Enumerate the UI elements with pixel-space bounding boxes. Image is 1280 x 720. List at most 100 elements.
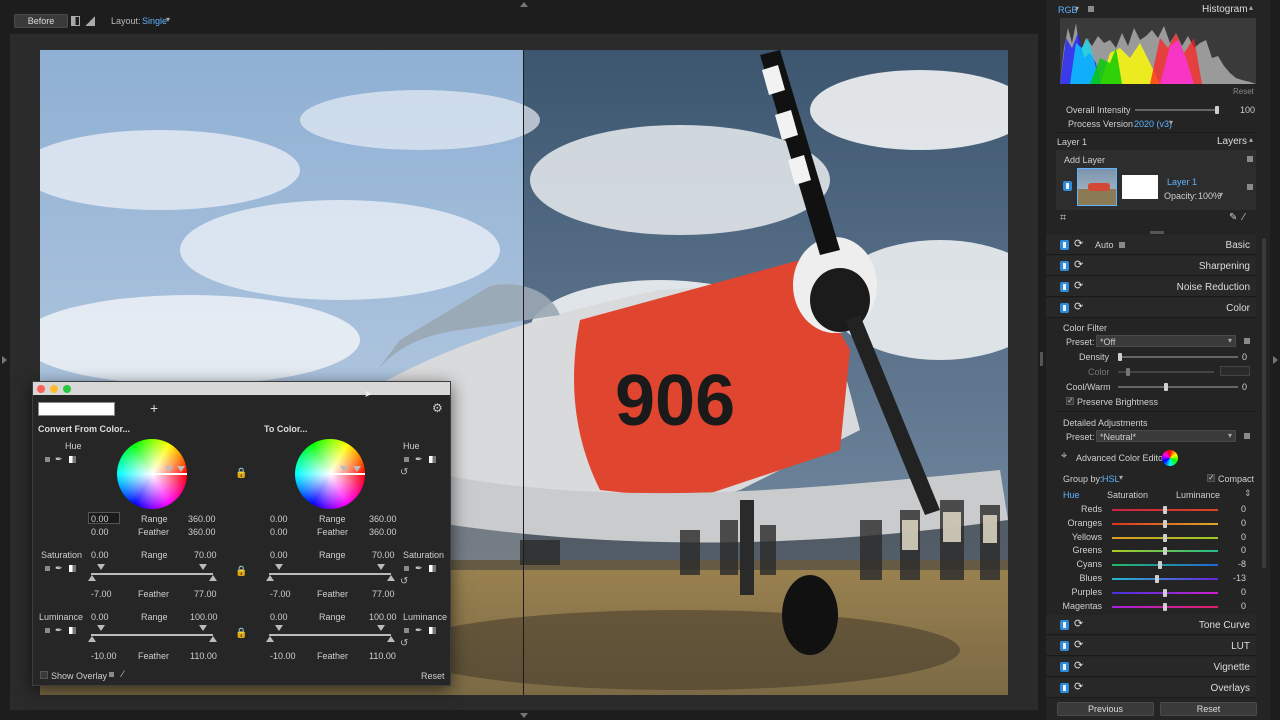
color-toggle[interactable]	[1060, 303, 1069, 313]
from-hue-handle-range[interactable]	[165, 466, 173, 472]
to-sat-compare-icon[interactable]	[429, 565, 436, 572]
tone-curve-reset-icon[interactable]: ⟳	[1074, 618, 1086, 630]
add-layer-button[interactable]: Add Layer	[1064, 155, 1105, 165]
detailed-preset-dropdown[interactable]: *Neutral* ▾	[1096, 430, 1236, 442]
color-slider[interactable]	[1118, 368, 1214, 376]
layout-dropdown[interactable]: Single	[142, 16, 167, 26]
before-after-divider[interactable]	[523, 50, 524, 695]
from-hue-compare-icon[interactable]	[69, 456, 76, 463]
from-sat-compare-icon[interactable]	[69, 565, 76, 572]
histogram-menu-icon[interactable]	[1088, 6, 1094, 12]
hue-lock-icon[interactable]: 🔒	[235, 468, 247, 479]
eyedropper-icon[interactable]: ✒	[415, 625, 423, 636]
reset-button[interactable]: Reset	[1160, 702, 1257, 716]
basic-reset-icon[interactable]: ⟳	[1074, 238, 1086, 250]
chevron-up-icon[interactable]: ▴	[1249, 3, 1253, 12]
color-swatch[interactable]	[1220, 366, 1250, 376]
hsl-row-slider-knob[interactable]	[1155, 575, 1159, 583]
sharpening-reset-icon[interactable]: ⟳	[1074, 259, 1086, 271]
hsl-row-slider-knob[interactable]	[1163, 547, 1167, 555]
to-hue-handle-feather[interactable]	[353, 466, 361, 472]
section-vignette[interactable]: ⟳ Vignette	[1046, 657, 1256, 677]
from-hue-wheel[interactable]	[117, 439, 187, 509]
section-lut[interactable]: ⟳ LUT	[1046, 636, 1256, 656]
hsl-row-slider-knob[interactable]	[1163, 520, 1167, 528]
tab-luminance[interactable]: Luminance	[1176, 490, 1220, 500]
from-hue-handle-feather[interactable]	[177, 466, 185, 472]
from-hue-input[interactable]: 0.00	[88, 512, 120, 524]
auto-menu-icon[interactable]	[1119, 242, 1125, 248]
hsl-row-slider-knob[interactable]	[1163, 603, 1167, 611]
color-filter-preset-dropdown[interactable]: *Off ▾	[1096, 335, 1236, 347]
from-hue-menu-icon[interactable]	[45, 457, 50, 462]
eyedropper-icon[interactable]: ✒	[415, 454, 423, 465]
to-lum-menu-icon[interactable]	[404, 628, 409, 633]
lut-reset-icon[interactable]: ⟳	[1074, 639, 1086, 651]
previous-button[interactable]: Previous	[1057, 702, 1154, 716]
layer-visibility-toggle[interactable]	[1063, 181, 1072, 191]
section-sharpening[interactable]: ⟳ Sharpening	[1046, 256, 1256, 276]
dialog-titlebar[interactable]	[33, 382, 450, 395]
from-sat-feather-handle-left[interactable]	[88, 575, 96, 581]
overlays-toggle[interactable]	[1060, 683, 1069, 693]
from-lum-feather-handle-right[interactable]	[209, 636, 217, 642]
brush-icon[interactable]: ⁄	[1243, 212, 1245, 223]
detailed-preset-menu-icon[interactable]	[1244, 433, 1250, 439]
hsl-row-slider-knob[interactable]	[1163, 589, 1167, 597]
lut-toggle[interactable]	[1060, 641, 1069, 651]
close-icon[interactable]	[37, 385, 45, 393]
from-lum-feather-handle-left[interactable]	[88, 636, 96, 642]
from-lum-range-handle-left[interactable]	[97, 625, 105, 631]
density-slider[interactable]	[1118, 353, 1238, 361]
layer-thumbnail[interactable]	[1077, 168, 1117, 206]
collapse-right-icon[interactable]	[1273, 356, 1278, 364]
panel-scrollbar[interactable]	[1262, 238, 1266, 568]
hsl-row-slider[interactable]	[1112, 520, 1218, 528]
to-lum-range-handle-left[interactable]	[275, 625, 283, 631]
color-wheel-icon[interactable]	[1162, 450, 1178, 466]
from-sat-range-handle-right[interactable]	[199, 564, 207, 570]
advanced-color-editor-button[interactable]: Advanced Color Editor	[1076, 453, 1166, 463]
eyedropper-icon[interactable]: ✒	[55, 563, 63, 574]
vignette-toggle[interactable]	[1060, 662, 1069, 672]
color-filter-preset-menu-icon[interactable]	[1244, 338, 1250, 344]
eyedropper-icon[interactable]: ✒	[415, 563, 423, 574]
dialog-reset-button[interactable]: Reset	[421, 671, 445, 681]
to-lum-compare-icon[interactable]	[429, 627, 436, 634]
to-sat-menu-icon[interactable]	[404, 566, 409, 571]
layer-name[interactable]: Layer 1	[1167, 177, 1197, 187]
from-sat-slider[interactable]	[91, 573, 213, 575]
collapse-top-icon[interactable]	[520, 2, 528, 7]
pen-icon[interactable]: ✎	[1229, 212, 1237, 223]
to-hue-menu-icon[interactable]	[404, 457, 409, 462]
from-lum-compare-icon[interactable]	[69, 627, 76, 634]
to-lum-reset-icon[interactable]: ↺	[400, 638, 408, 649]
group-by-dropdown[interactable]: HSL	[1102, 474, 1120, 484]
hsl-row-slider[interactable]	[1112, 575, 1218, 583]
cool-warm-slider[interactable]	[1118, 383, 1238, 391]
split-view-icon[interactable]	[71, 16, 80, 26]
histogram-reset-button[interactable]: Reset	[1233, 87, 1254, 96]
process-version-dropdown[interactable]: 2020 (v3)	[1134, 119, 1172, 129]
sharpening-toggle[interactable]	[1060, 261, 1069, 271]
panel-resize-grip[interactable]	[1150, 231, 1164, 234]
to-sat-slider[interactable]	[269, 573, 391, 575]
to-sat-range-handle-right[interactable]	[377, 564, 385, 570]
color-reset-icon[interactable]: ⟳	[1074, 301, 1086, 313]
to-sat-reset-icon[interactable]: ↺	[400, 576, 408, 587]
tab-hue[interactable]: Hue	[1063, 490, 1080, 500]
add-icon[interactable]: +	[150, 400, 158, 416]
to-lum-feather-handle-right[interactable]	[387, 636, 395, 642]
from-lum-menu-icon[interactable]	[45, 628, 50, 633]
before-button[interactable]: Before	[14, 14, 68, 28]
brush-icon[interactable]: ⁄	[122, 669, 124, 679]
panel-resize-handle[interactable]	[1040, 352, 1043, 366]
auto-button[interactable]: Auto	[1095, 240, 1114, 250]
from-sat-menu-icon[interactable]	[45, 566, 50, 571]
to-sat-feather-handle-left[interactable]	[266, 575, 274, 581]
noise-reduction-reset-icon[interactable]: ⟳	[1074, 280, 1086, 292]
hsl-row-slider[interactable]	[1112, 603, 1218, 611]
to-lum-slider[interactable]	[269, 634, 391, 636]
eyedropper-icon[interactable]: ✒	[55, 625, 63, 636]
section-color[interactable]: ⟳ Color	[1046, 298, 1256, 318]
